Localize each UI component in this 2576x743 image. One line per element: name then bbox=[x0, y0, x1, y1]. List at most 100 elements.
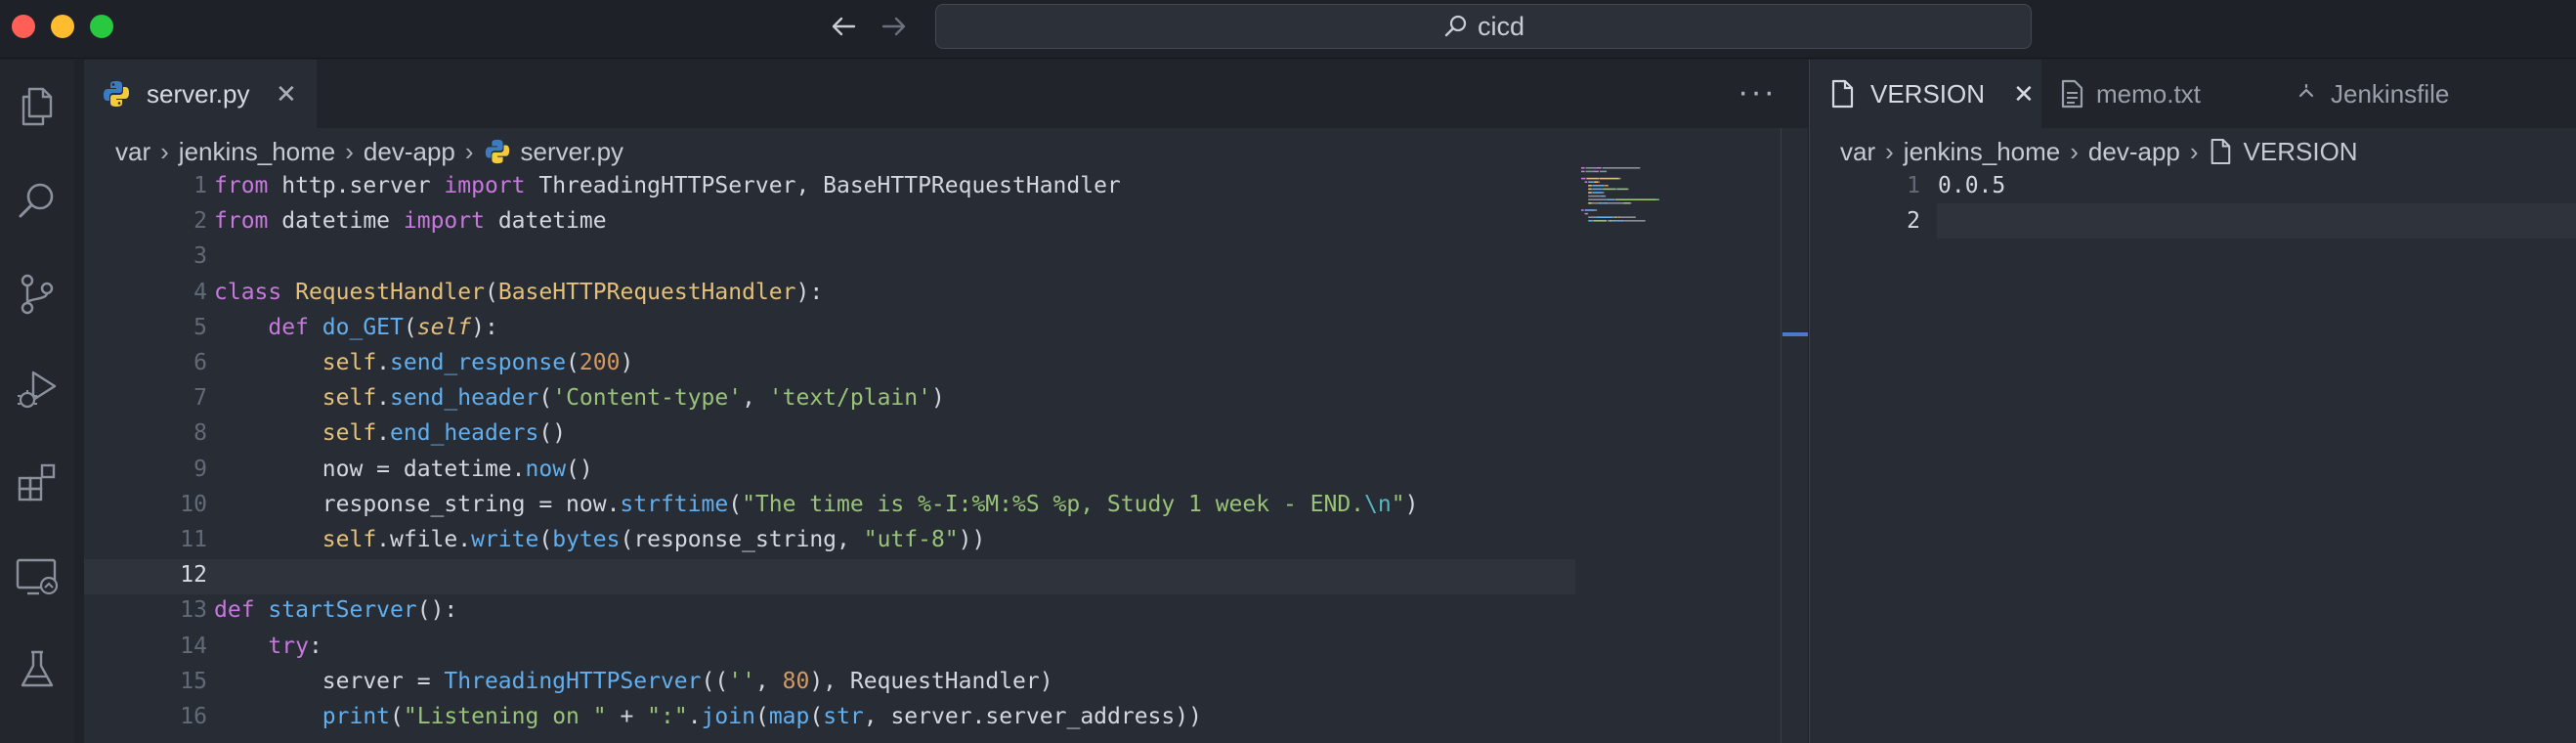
tab-label: VERSION bbox=[1870, 78, 1986, 109]
file-icon bbox=[1831, 79, 1854, 109]
minimap-stroke bbox=[1601, 195, 1605, 197]
minimap-stroke bbox=[1619, 220, 1621, 222]
code-token: 'Content-type' bbox=[552, 385, 743, 412]
code-token: self bbox=[322, 350, 377, 375]
minimap-stroke bbox=[1592, 188, 1603, 191]
tab-label: server.py bbox=[147, 78, 250, 109]
code-token: . bbox=[376, 350, 391, 375]
code-token: .wfile. bbox=[376, 527, 472, 552]
code-editor[interactable]: 1 0.0.5 2 bbox=[1810, 168, 2576, 364]
minimap-stroke bbox=[1608, 185, 1609, 187]
minimap-stroke bbox=[1658, 198, 1660, 200]
chevron-right-icon: › bbox=[2189, 136, 2199, 166]
line-number: 3 bbox=[193, 243, 207, 270]
code-token: import bbox=[444, 173, 526, 198]
minimap-stroke bbox=[1588, 198, 1608, 200]
code-line[interactable]: 2 from datetime import datetime bbox=[84, 203, 1579, 239]
code-token: ":" bbox=[647, 704, 688, 729]
tab-label: Jenkinsfile bbox=[2331, 78, 2450, 109]
code-line[interactable]: 4 class RequestHandler(BaseHTTPRequestHan… bbox=[84, 275, 1579, 310]
window-minimize-button[interactable] bbox=[51, 15, 74, 38]
code-token: ( bbox=[390, 704, 404, 729]
testing-icon[interactable] bbox=[12, 644, 63, 695]
breadcrumb-item[interactable]: VERSION bbox=[2244, 137, 2358, 167]
minimap-stroke bbox=[1616, 216, 1618, 218]
minimap-stroke bbox=[1614, 198, 1616, 200]
source-control-icon[interactable] bbox=[12, 269, 63, 320]
code-line[interactable]: 1 from http.server import ThreadingHTTPSe… bbox=[84, 168, 1579, 203]
minimap-stroke bbox=[1591, 192, 1593, 194]
code-line[interactable]: 9 now = datetime.now() bbox=[84, 452, 1579, 487]
back-arrow-icon[interactable] bbox=[827, 10, 860, 43]
code-line[interactable]: 6 self.send_response(200) bbox=[84, 345, 1579, 380]
code-line[interactable]: 2 bbox=[1810, 203, 2576, 239]
jenkins-icon bbox=[2298, 83, 2314, 98]
code-line[interactable]: 12 bbox=[84, 557, 1579, 592]
chevron-right-icon: › bbox=[1885, 136, 1894, 166]
code-token: 80 bbox=[782, 668, 810, 694]
code-line[interactable]: 1 0.0.5 bbox=[1810, 168, 2576, 203]
chevron-right-icon: › bbox=[464, 136, 474, 166]
breadcrumb-item[interactable]: var bbox=[1840, 137, 1875, 167]
tab-version[interactable]: VERSION ✕ bbox=[1810, 60, 2041, 128]
minimap-stroke bbox=[1592, 185, 1605, 187]
tab-memo-txt[interactable]: memo.txt bbox=[2041, 60, 2276, 128]
breadcrumb-item[interactable]: dev-app bbox=[364, 137, 455, 167]
code-token: ( bbox=[538, 527, 553, 552]
minimap-stroke bbox=[1605, 185, 1608, 187]
code-token: , bbox=[742, 385, 769, 412]
code-line[interactable]: 8 self.end_headers() bbox=[84, 415, 1579, 451]
code-line[interactable]: 7 self.send_header('Content-type', 'text… bbox=[84, 380, 1579, 415]
run-debug-icon[interactable] bbox=[12, 363, 63, 414]
code-token: def bbox=[268, 314, 309, 340]
breadcrumb-item[interactable]: jenkins_home bbox=[1904, 137, 2060, 167]
minimap-stroke bbox=[1608, 220, 1610, 222]
explorer-icon[interactable] bbox=[12, 81, 63, 132]
code-token: (( bbox=[701, 668, 729, 694]
more-actions-button[interactable]: ··· bbox=[1738, 73, 1777, 111]
minimap-stroke bbox=[1593, 170, 1599, 173]
window-maximize-button[interactable] bbox=[90, 15, 113, 38]
search-icon[interactable] bbox=[12, 175, 63, 226]
tab-server-py[interactable]: server.py ✕ bbox=[84, 60, 317, 128]
tab-close-button[interactable]: ✕ bbox=[276, 79, 297, 109]
code-line[interactable]: 13 def startServer(): bbox=[84, 592, 1579, 628]
code-token: class bbox=[214, 279, 282, 305]
breadcrumb-item[interactable]: dev-app bbox=[2088, 137, 2180, 167]
code-line[interactable]: 15 server = ThreadingHTTPServer(('', 80)… bbox=[84, 664, 1579, 699]
code-token: http.server bbox=[268, 173, 445, 198]
code-token: ): bbox=[471, 314, 498, 340]
scrollbar-position-marker[interactable] bbox=[1782, 332, 1808, 336]
code-token: , server.server_address)) bbox=[863, 704, 1202, 729]
breadcrumb-item[interactable]: var bbox=[115, 137, 150, 167]
minimap[interactable] bbox=[1579, 165, 1765, 322]
tab-jenkinsfile[interactable]: Jenkinsfile bbox=[2276, 60, 2518, 128]
code-line[interactable]: 5 def do_GET(self): bbox=[84, 310, 1579, 345]
code-token: ( bbox=[484, 279, 498, 305]
code-editor[interactable]: 1 from http.server import ThreadingHTTPSe… bbox=[84, 168, 1579, 743]
code-line[interactable]: 3 bbox=[84, 239, 1579, 274]
forward-arrow-icon[interactable] bbox=[878, 10, 911, 43]
extensions-icon[interactable] bbox=[12, 457, 63, 507]
window-close-button[interactable] bbox=[12, 15, 35, 38]
code-token: , bbox=[754, 668, 783, 694]
breadcrumb-item[interactable]: jenkins_home bbox=[179, 137, 335, 167]
breadcrumb-item[interactable]: server.py bbox=[521, 137, 624, 167]
line-number: 9 bbox=[193, 456, 207, 482]
code-line[interactable]: 14 try: bbox=[84, 629, 1579, 664]
minimap-stroke bbox=[1584, 181, 1588, 183]
code-text: self.end_headers() bbox=[214, 415, 566, 451]
tab-close-button[interactable]: ✕ bbox=[2013, 79, 2035, 109]
remote-explorer-icon[interactable] bbox=[12, 550, 63, 601]
command-center-search[interactable]: cicd bbox=[935, 4, 2032, 49]
chevron-right-icon: › bbox=[160, 136, 169, 166]
code-line[interactable]: 10 response_string = now.strftime("The t… bbox=[84, 487, 1579, 522]
code-token: map bbox=[768, 704, 810, 729]
code-text: server = ThreadingHTTPServer(('', 80), R… bbox=[214, 664, 1053, 699]
minimap-stroke bbox=[1611, 220, 1613, 222]
code-line[interactable]: 16 print("Listening on " + ":".join(map(… bbox=[84, 699, 1579, 734]
code-line[interactable]: 11 self.wfile.write(bytes(response_strin… bbox=[84, 522, 1579, 557]
